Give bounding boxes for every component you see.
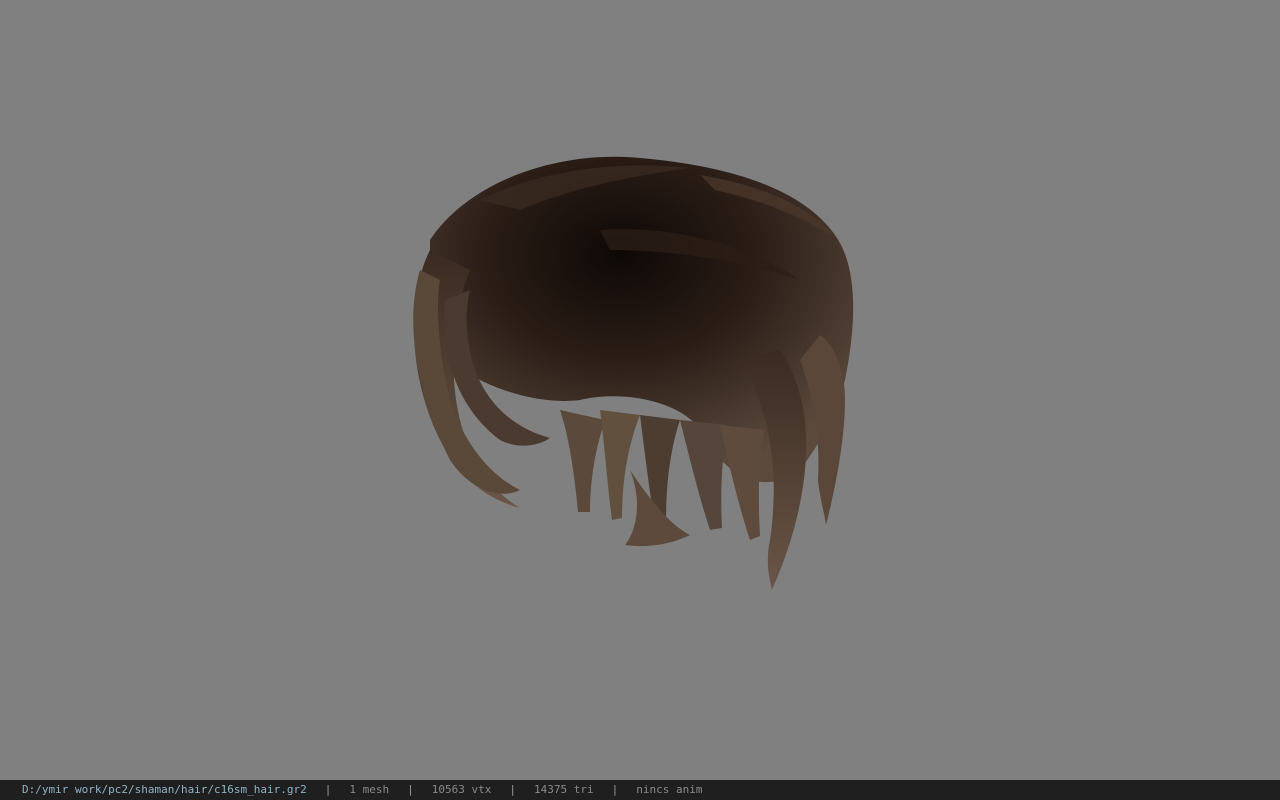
file-path: D:/ymir work/pc2/shaman/hair/c16sm_hair.… [22,783,307,796]
separator: | [611,783,619,796]
hair-model-render [413,156,854,590]
status-bar: D:/ymir work/pc2/shaman/hair/c16sm_hair.… [0,780,1280,800]
3d-viewport[interactable] [0,0,1280,780]
triangle-count: 14375 tri [534,783,594,796]
vertex-count: 10563 vtx [431,783,492,796]
mesh-count: 1 mesh [349,783,390,796]
separator: | [407,783,414,796]
separator: | [509,783,517,796]
animation-status: nincs anim [636,783,703,796]
separator: | [324,783,332,796]
